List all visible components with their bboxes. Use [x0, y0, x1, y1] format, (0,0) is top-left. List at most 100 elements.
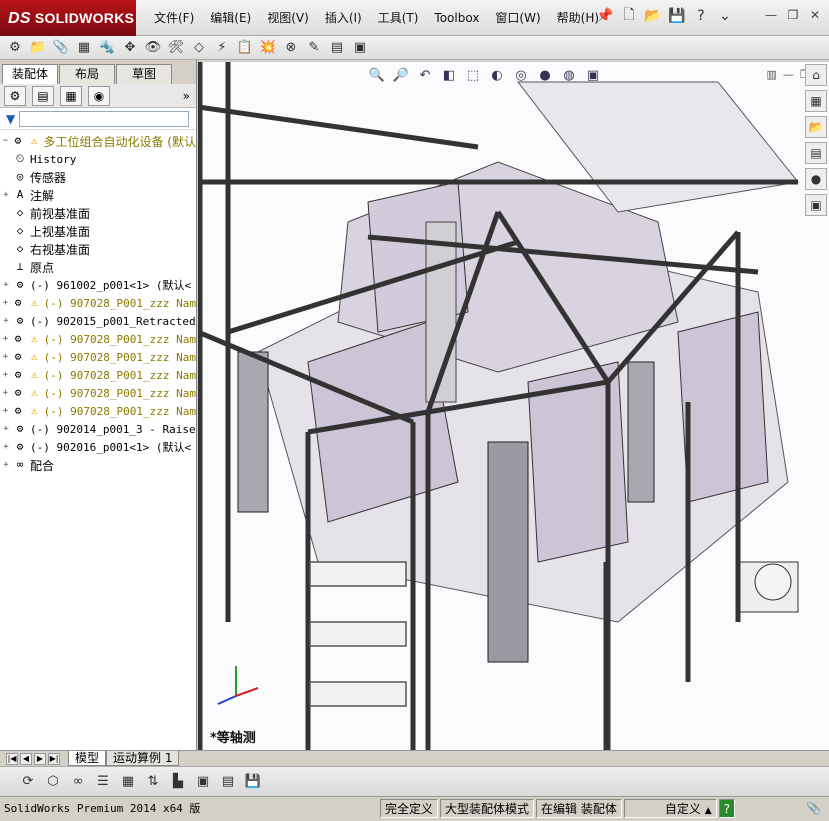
configuration-manager-icon[interactable]: ▦: [60, 85, 82, 106]
rebuild-icon[interactable]: ⟳: [18, 772, 38, 792]
help-icon[interactable]: ?: [691, 6, 711, 26]
graphics-viewport[interactable]: 🔍 🔎 ↶ ◧ ⬚ ◐ ◎ ● ◍ ▣ ▥ — ❐ ✕: [198, 62, 829, 750]
menu-window[interactable]: 窗口(W): [487, 0, 548, 36]
tree-expand-toggle[interactable]: +: [0, 370, 11, 380]
tree-item[interactable]: ◇ 前视基准面: [0, 204, 196, 222]
apply-scene-icon[interactable]: ◍: [560, 66, 578, 84]
assembly-features-icon[interactable]: 🛠: [167, 39, 185, 57]
tree-expand-toggle[interactable]: +: [0, 406, 11, 416]
instant3d-icon[interactable]: ✎: [305, 39, 323, 57]
edit-appearance-icon[interactable]: ●: [536, 66, 554, 84]
show-hidden-icon[interactable]: 👁: [144, 39, 162, 57]
tree-item[interactable]: ⊥ 原点: [0, 258, 196, 276]
display-manager-icon[interactable]: ◉: [88, 85, 110, 106]
bill-of-materials-icon[interactable]: 📋: [236, 39, 254, 57]
viewport-pane-icon[interactable]: ▥: [767, 68, 777, 81]
restore-icon[interactable]: ❐: [785, 8, 801, 22]
save-state-icon[interactable]: 💾: [243, 772, 263, 792]
prev-tab-icon[interactable]: ◀: [20, 752, 32, 765]
view-palette-icon[interactable]: ▤: [805, 142, 827, 164]
large-assembly-icon[interactable]: ▤: [328, 39, 346, 57]
tree-item[interactable]: + ⚙ ⚠ (-) 907028_P001_zzz Nam: [0, 384, 196, 402]
tree-expand-toggle[interactable]: +: [0, 334, 11, 344]
chart-icon[interactable]: ▙: [168, 772, 188, 792]
tree-expand-toggle[interactable]: +: [0, 190, 12, 200]
tree-item[interactable]: + ⚙ (-) 902014_p001_3 - Raise: [0, 420, 196, 438]
hide-show-icon[interactable]: ◎: [512, 66, 530, 84]
menu-tools[interactable]: 工具(T): [370, 0, 427, 36]
tree-item[interactable]: ◎ 传感器: [0, 168, 196, 186]
tab-sketch[interactable]: 草图: [116, 64, 172, 84]
design-library-icon[interactable]: ▦: [805, 90, 827, 112]
tree-expand-toggle[interactable]: +: [0, 424, 12, 434]
shaded-box-icon[interactable]: ▣: [193, 772, 213, 792]
feature-manager-icon[interactable]: ⚙: [4, 85, 26, 106]
pin-status-icon[interactable]: 📎: [806, 801, 821, 815]
tree-item[interactable]: + ⚙ ⚠ (-) 907028_P001_zzz Nam: [0, 294, 196, 312]
tab-assembly[interactable]: 装配体: [2, 64, 58, 84]
menu-insert[interactable]: 插入(I): [317, 0, 370, 36]
interference-icon[interactable]: ⊗: [282, 39, 300, 57]
next-tab-icon[interactable]: ▶: [34, 752, 46, 765]
snapshot-icon[interactable]: ▣: [351, 39, 369, 57]
filter-input[interactable]: [19, 110, 190, 127]
tree-item[interactable]: + ⚙ (-) 902015_p001_Retracted: [0, 312, 196, 330]
section-view-icon[interactable]: ◧: [440, 66, 458, 84]
tree-item[interactable]: ◇ 右视基准面: [0, 240, 196, 258]
tree-item[interactable]: + ⚙ ⚠ (-) 907028_P001_zzz Nam: [0, 402, 196, 420]
tree-item[interactable]: + ⚙ ⚠ (-) 907028_P001_zzz Nam: [0, 366, 196, 384]
tree-root[interactable]: − ⚙ ⚠ 多工位组合自动化设备 (默认: [0, 132, 196, 150]
mate-icon[interactable]: 📎: [52, 39, 70, 57]
tab-motion-study[interactable]: 运动算例 1: [106, 751, 180, 766]
move-component-icon[interactable]: ✥: [121, 39, 139, 57]
expand-chevron-icon[interactable]: »: [183, 89, 190, 103]
tree-item[interactable]: + A 注解: [0, 186, 196, 204]
custom-properties-icon[interactable]: ▣: [805, 194, 827, 216]
viewport-minimize-icon[interactable]: —: [783, 68, 794, 81]
tree-item[interactable]: ◇ 上视基准面: [0, 222, 196, 240]
mates-toggle-icon[interactable]: ∞: [68, 772, 88, 792]
tree-expand-toggle[interactable]: +: [0, 442, 12, 452]
open-folder-icon[interactable]: 📂: [643, 6, 663, 26]
tree-expand-toggle[interactable]: +: [0, 460, 12, 470]
tree-item[interactable]: + ⚙ (-) 961002_p001<1> (默认<: [0, 276, 196, 294]
grid-icon[interactable]: ▦: [118, 772, 138, 792]
view-orientation-icon[interactable]: ⬚: [464, 66, 482, 84]
list-icon[interactable]: ☰: [93, 772, 113, 792]
tab-layout[interactable]: 布局: [59, 64, 115, 84]
tree-expand-toggle[interactable]: +: [0, 280, 12, 290]
close-icon[interactable]: ✕: [807, 8, 823, 22]
tree-collapse-toggle[interactable]: −: [0, 136, 11, 146]
help-icon[interactable]: ?: [718, 798, 735, 818]
appearances-icon[interactable]: ●: [805, 168, 827, 190]
table-icon[interactable]: ▤: [218, 772, 238, 792]
sort-icon[interactable]: ⇅: [143, 772, 163, 792]
home-icon[interactable]: ⌂: [805, 64, 827, 86]
zoom-to-fit-icon[interactable]: 🔍: [368, 66, 386, 84]
pin-icon[interactable]: 📌: [595, 6, 615, 26]
minimize-icon[interactable]: —: [763, 8, 779, 22]
new-motion-study-icon[interactable]: ⚡: [213, 39, 231, 57]
tree-item[interactable]: ⏲ History: [0, 150, 196, 168]
insert-component-icon[interactable]: 📁: [29, 39, 47, 57]
tab-model[interactable]: 模型: [68, 751, 107, 766]
smart-fastener-icon[interactable]: 🔩: [98, 39, 116, 57]
menu-toolbox[interactable]: Toolbox: [426, 0, 487, 36]
view-settings-icon[interactable]: ▣: [584, 66, 602, 84]
previous-view-icon[interactable]: ↶: [416, 66, 434, 84]
collapse-icon[interactable]: ⌄: [715, 6, 735, 26]
solidworks-logo[interactable]: DS SOLIDWORKS: [0, 0, 136, 36]
save-icon[interactable]: 💾: [667, 6, 687, 26]
first-tab-icon[interactable]: |◀: [6, 752, 18, 765]
reference-geometry-icon[interactable]: ◇: [190, 39, 208, 57]
filter-icon[interactable]: ▼: [6, 112, 15, 126]
tree-item[interactable]: + ∞ 配合: [0, 456, 196, 474]
linear-pattern-icon[interactable]: ▦: [75, 39, 93, 57]
tree-item[interactable]: + ⚙ (-) 902016_p001<1> (默认<: [0, 438, 196, 456]
tree-expand-toggle[interactable]: +: [0, 352, 11, 362]
parts-icon[interactable]: ⬡: [43, 772, 63, 792]
tree-item[interactable]: + ⚙ ⚠ (-) 907028_P001_zzz Nam: [0, 330, 196, 348]
file-explorer-icon[interactable]: 📂: [805, 116, 827, 138]
menu-edit[interactable]: 编辑(E): [202, 0, 259, 36]
zoom-to-area-icon[interactable]: 🔎: [392, 66, 410, 84]
